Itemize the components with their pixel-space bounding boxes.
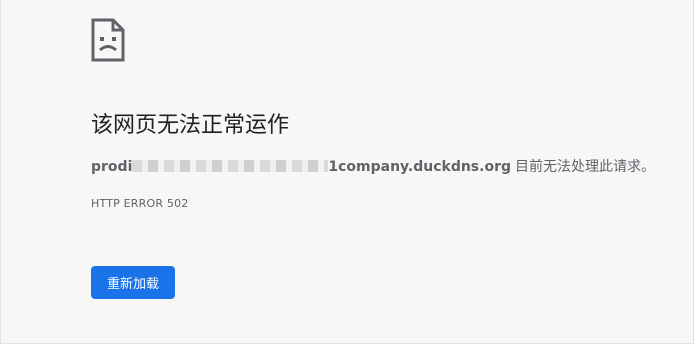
sad-page-icon [91, 18, 125, 62]
error-summary: prodi 1company.duckdns.org 目前无法处理此请求。 [91, 157, 655, 177]
reload-button[interactable]: 重新加载 [91, 266, 175, 299]
page-title: 该网页无法正常运作 [91, 113, 290, 138]
redacted-host-segment [132, 160, 329, 172]
error-page: 该网页无法正常运作 prodi 1company.duckdns.org 目前无法处… [0, 0, 694, 344]
host-name-suffix: 1company.duckdns.org [328, 159, 511, 175]
host-name-prefix: prodi [91, 159, 133, 175]
error-code: HTTP ERROR 502 [91, 197, 189, 210]
error-summary-text: 目前无法处理此请求。 [515, 159, 655, 175]
